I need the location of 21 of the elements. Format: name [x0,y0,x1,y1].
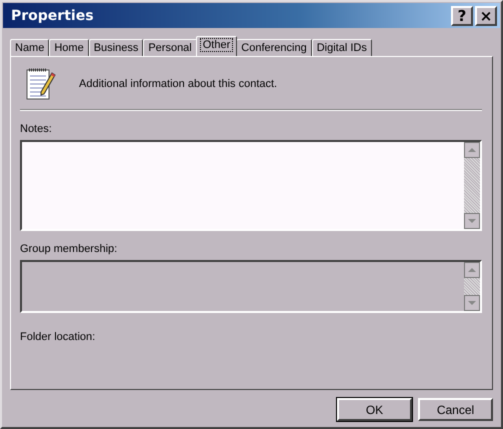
field-label: Group membership: [20,243,118,255]
text-area[interactable] [20,140,482,231]
notepad-pencil-icon [25,67,57,101]
field-label: Notes: [20,123,53,135]
tab[interactable]: Other [196,36,238,56]
tab[interactable]: Conferencing [236,39,312,56]
close-button[interactable]: × [475,6,497,26]
tab[interactable]: Business [88,39,144,56]
tab[interactable]: Home [49,39,89,56]
description-text: Additional information about this contact. [79,78,278,90]
help-button[interactable]: ? [451,6,473,26]
field-label: Folder location: [20,331,96,343]
cancel-button[interactable]: Cancel [418,398,493,421]
tab[interactable]: Personal [143,39,197,56]
scroll-down-icon[interactable] [464,213,480,229]
scrollbar[interactable] [464,142,480,229]
tab[interactable]: Name [10,39,50,56]
scroll-up-icon[interactable] [464,142,480,158]
tab[interactable]: Digital IDs [312,39,372,56]
window-title: Properties [11,8,94,24]
ok-button[interactable]: OK [337,398,412,421]
